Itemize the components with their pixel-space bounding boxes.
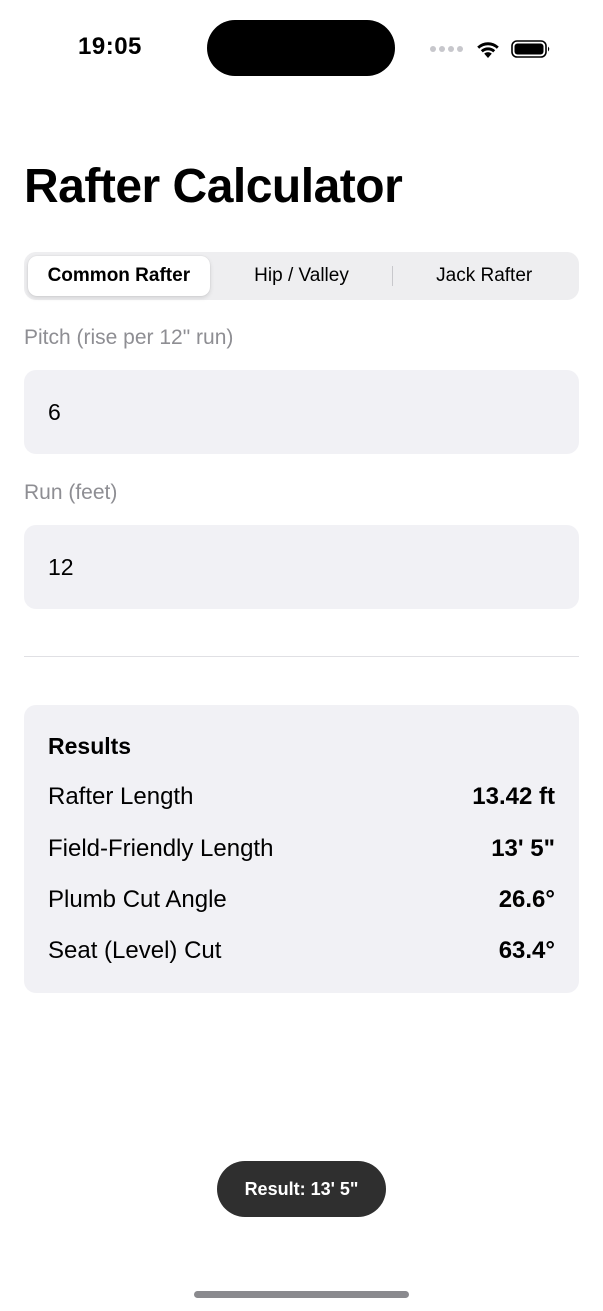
result-row-plumb-cut-angle: Plumb Cut Angle 26.6° — [48, 885, 555, 915]
run-input[interactable] — [48, 525, 555, 609]
results-card: Results Rafter Length 13.42 ft Field-Fri… — [24, 705, 579, 993]
result-value: 13.42 ft — [472, 783, 555, 810]
wifi-icon — [477, 42, 499, 58]
result-toast: Result: 13' 5" — [217, 1161, 386, 1217]
status-time: 19:05 — [78, 33, 142, 60]
cellular-signal-icon — [430, 46, 463, 52]
result-label: Plumb Cut Angle — [48, 886, 227, 913]
home-indicator[interactable] — [194, 1291, 409, 1298]
pitch-label: Pitch (rise per 12" run) — [24, 326, 234, 349]
pitch-input[interactable] — [48, 370, 555, 454]
segment-jack-rafter[interactable]: Jack Rafter — [393, 256, 575, 296]
result-row-rafter-length: Rafter Length 13.42 ft — [48, 782, 555, 812]
page-title: Rafter Calculator — [24, 160, 403, 213]
segment-common-rafter[interactable]: Common Rafter — [28, 256, 210, 296]
pitch-field[interactable] — [24, 370, 579, 454]
rafter-type-segmented-control: Common Rafter Hip / Valley Jack Rafter — [24, 252, 579, 300]
result-row-seat-level-cut: Seat (Level) Cut 63.4° — [48, 936, 555, 966]
battery-icon — [511, 40, 550, 58]
result-label: Field-Friendly Length — [48, 835, 274, 862]
result-value: 63.4° — [498, 937, 555, 964]
segment-hip-valley[interactable]: Hip / Valley — [211, 256, 393, 296]
result-row-field-friendly-length: Field-Friendly Length 13' 5" — [48, 834, 555, 864]
result-value: 13' 5" — [491, 835, 555, 862]
result-value: 26.6° — [498, 886, 555, 913]
dynamic-island — [207, 20, 395, 76]
result-label: Rafter Length — [48, 783, 194, 810]
status-icons — [430, 36, 551, 62]
section-divider — [24, 656, 579, 657]
run-label: Run (feet) — [24, 481, 118, 504]
result-label: Seat (Level) Cut — [48, 937, 222, 964]
run-field[interactable] — [24, 525, 579, 609]
results-title: Results — [48, 733, 132, 759]
